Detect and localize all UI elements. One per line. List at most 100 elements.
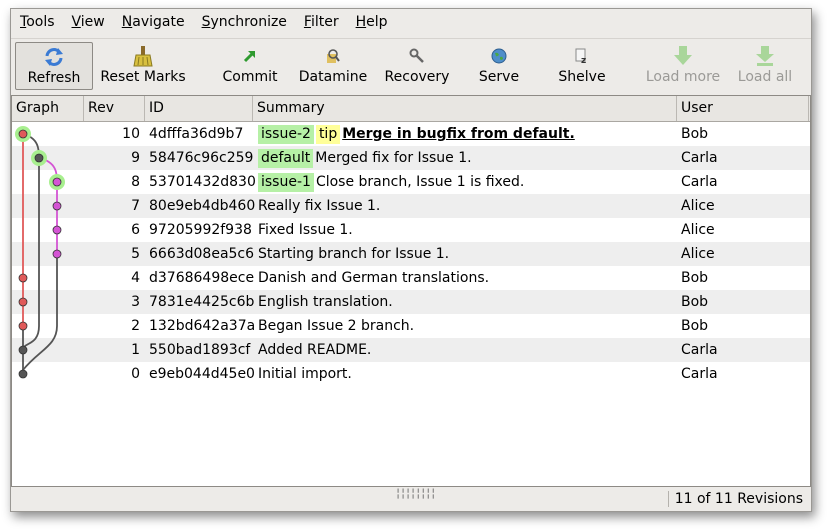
serve-button[interactable]: Serve (471, 42, 527, 90)
user-cell: Alice (681, 222, 715, 238)
rev-cell: 6 (131, 222, 140, 238)
table-row[interactable]: 0 e9eb044d45e0 Initial import. Carla (12, 362, 810, 386)
revision-graph (15, 126, 65, 379)
graph-node[interactable] (52, 225, 62, 235)
summary-cell: English translation. (258, 290, 393, 314)
graph-edge-issue1-root (22, 254, 58, 374)
table-row[interactable]: 5 6663d08ea5c6 Starting branch for Issue 1… (12, 242, 810, 266)
load-all-button[interactable]: Load all (735, 42, 795, 90)
graph-node[interactable] (18, 369, 28, 379)
graph-node[interactable] (18, 129, 28, 139)
column-header-user[interactable]: User (677, 96, 809, 121)
user-cell: Bob (681, 294, 709, 310)
branch-label: issue-2 (258, 125, 314, 144)
column-header-graph[interactable]: Graph (12, 96, 84, 121)
column-header-rev[interactable]: Rev (84, 96, 145, 121)
table-row[interactable]: 8 53701432d830 issue-1 Close branch, Issue … (12, 170, 810, 194)
rev-cell: 8 (131, 174, 140, 190)
column-header-summary[interactable]: Summary (253, 96, 677, 121)
commit-button[interactable]: Commit (217, 42, 283, 90)
summary-cell: Initial import. (258, 362, 352, 386)
toolbar: Refresh Reset Marks Commit Datamine Reco… (11, 38, 811, 93)
graph-node[interactable] (18, 321, 28, 331)
load-all-icon (755, 44, 775, 68)
graph-node[interactable] (18, 297, 28, 307)
menu-tools[interactable]: Tools (11, 14, 63, 30)
globe-icon (491, 44, 507, 68)
summary-cell: issue-2 tip Merge in bugfix from default. (258, 122, 575, 146)
rev-cell: 9 (131, 150, 140, 166)
menu-filter[interactable]: Filter (295, 14, 347, 30)
refresh-icon (43, 45, 65, 69)
user-cell: Bob (681, 318, 709, 334)
table-row[interactable]: 1 550bad1893cf Added README. Carla (12, 338, 810, 362)
table-row[interactable]: 9 58476c96c259 default Merged fix for Issue… (12, 146, 810, 170)
branch-label: default (258, 149, 314, 168)
menu-synchronize[interactable]: Synchronize (193, 14, 295, 30)
revision-table: Graph Rev ID Summary User 10 4dfffa36d9b7… (11, 95, 811, 487)
id-cell: 6663d08ea5c6 (149, 246, 255, 262)
main-window: Tools View Navigate Synchronize Filter Help R… (10, 8, 812, 512)
table-row[interactable]: 7 80e9eb4db460 Really fix Issue 1. Alice (12, 194, 810, 218)
table-row[interactable]: 4 d37686498ece Danish and German translati… (12, 266, 810, 290)
refresh-button[interactable]: Refresh (15, 42, 93, 90)
menu-help[interactable]: Help (347, 14, 396, 30)
datamine-label: Datamine (298, 69, 368, 85)
reset-marks-button[interactable]: Reset Marks (97, 42, 189, 90)
user-cell: Carla (681, 150, 718, 166)
commit-label: Commit (222, 69, 278, 85)
menu-view[interactable]: View (63, 14, 113, 30)
user-cell: Bob (681, 126, 709, 142)
id-cell: d37686498ece (149, 270, 255, 286)
branch-label: issue-1 (258, 173, 314, 192)
user-cell: Carla (681, 342, 718, 358)
graph-node[interactable] (18, 273, 28, 283)
graph-node[interactable] (52, 201, 62, 211)
commit-arrow-icon (242, 44, 258, 68)
broom-icon (132, 44, 154, 68)
summary-text: Initial import. (258, 366, 352, 382)
magnifier-icon (325, 44, 341, 68)
summary-text: Merged fix for Issue 1. (315, 150, 472, 166)
recovery-button[interactable]: Recovery (381, 42, 453, 90)
user-cell: Alice (681, 246, 715, 262)
summary-cell: Starting branch for Issue 1. (258, 242, 449, 266)
table-row[interactable]: 6 97205992f938 Fixed Issue 1. Alice (12, 218, 810, 242)
graph-node[interactable] (18, 345, 28, 355)
summary-text: Added README. (258, 342, 372, 358)
user-cell: Carla (681, 174, 718, 190)
rev-cell: 2 (131, 318, 140, 334)
rev-cell: 5 (131, 246, 140, 262)
resize-grip-icon[interactable]: ╎╎╎╎╎╎╎╎ (395, 489, 436, 500)
table-row[interactable]: 10 4dfffa36d9b7 issue-2 tip Merge in bugfix … (12, 122, 810, 146)
graph-node[interactable] (34, 153, 44, 163)
serve-label: Serve (478, 69, 520, 85)
wrench-icon (409, 44, 425, 68)
user-cell: Alice (681, 198, 715, 214)
reset-marks-label: Reset Marks (100, 69, 186, 85)
graph-node[interactable] (52, 177, 62, 187)
id-cell: 550bad1893cf (149, 342, 251, 358)
summary-cell: Began Issue 2 branch. (258, 314, 414, 338)
shelve-icon: z (574, 44, 590, 68)
table-row[interactable]: 3 7831e4425c6b English translation. Bob (12, 290, 810, 314)
datamine-button[interactable]: Datamine (297, 42, 369, 90)
menu-navigate[interactable]: Navigate (113, 14, 193, 30)
rev-cell: 1 (131, 342, 140, 358)
summary-text: Danish and German translations. (258, 270, 490, 286)
load-more-button[interactable]: Load more (645, 42, 721, 90)
summary-cell: default Merged fix for Issue 1. (258, 146, 472, 170)
graph-node[interactable] (52, 249, 62, 259)
shelve-button[interactable]: z Shelve (551, 42, 613, 90)
summary-cell: issue-1 Close branch, Issue 1 is fixed. (258, 170, 524, 194)
id-cell: 97205992f938 (149, 222, 252, 238)
table-row[interactable]: 2 132bd642a37a Began Issue 2 branch. Bob (12, 314, 810, 338)
id-cell: 80e9eb4db460 (149, 198, 256, 214)
user-cell: Bob (681, 270, 709, 286)
revision-count: 11 of 11 Revisions (667, 491, 803, 507)
id-cell: 7831e4425c6b (149, 294, 255, 310)
status-bar: ╎╎╎╎╎╎╎╎ 11 of 11 Revisions (11, 487, 811, 511)
column-header-id[interactable]: ID (145, 96, 253, 121)
rev-cell: 3 (131, 294, 140, 310)
user-cell: Carla (681, 366, 718, 382)
